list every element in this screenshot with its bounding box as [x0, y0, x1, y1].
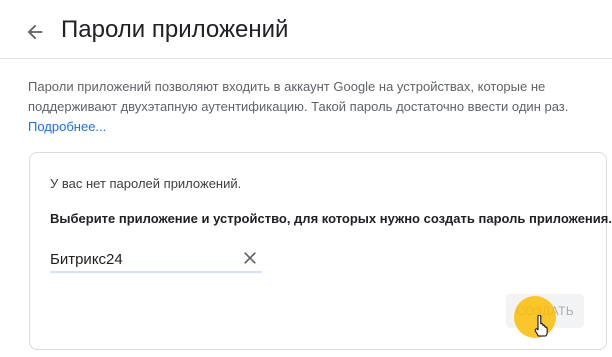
clear-button[interactable] [240, 248, 260, 268]
close-icon [244, 252, 256, 264]
intro-description: Пароли приложений позволяют входить в ак… [28, 79, 569, 114]
app-name-field [50, 247, 262, 273]
learn-more-link[interactable]: Подробнее... [28, 119, 106, 134]
app-passwords-card: У вас нет паролей приложений. Выберите п… [29, 152, 612, 350]
app-name-input[interactable] [50, 247, 230, 271]
page-title: Пароли приложений [61, 16, 289, 43]
arrow-back-icon [27, 24, 43, 40]
instruction-text: Выберите приложение и устройство, для ко… [50, 211, 612, 226]
intro-text: Пароли приложений позволяют входить в ак… [28, 77, 588, 117]
page-header: Пароли приложений [0, 0, 612, 59]
app-passwords-page: Пароли приложений Пароли приложений позв… [0, 0, 612, 357]
intro-section: Пароли приложений позволяют входить в ак… [28, 77, 588, 137]
create-button[interactable]: СОЗДАТЬ [506, 294, 584, 328]
back-button[interactable] [24, 21, 46, 43]
no-passwords-message: У вас нет паролей приложений. [50, 176, 242, 191]
